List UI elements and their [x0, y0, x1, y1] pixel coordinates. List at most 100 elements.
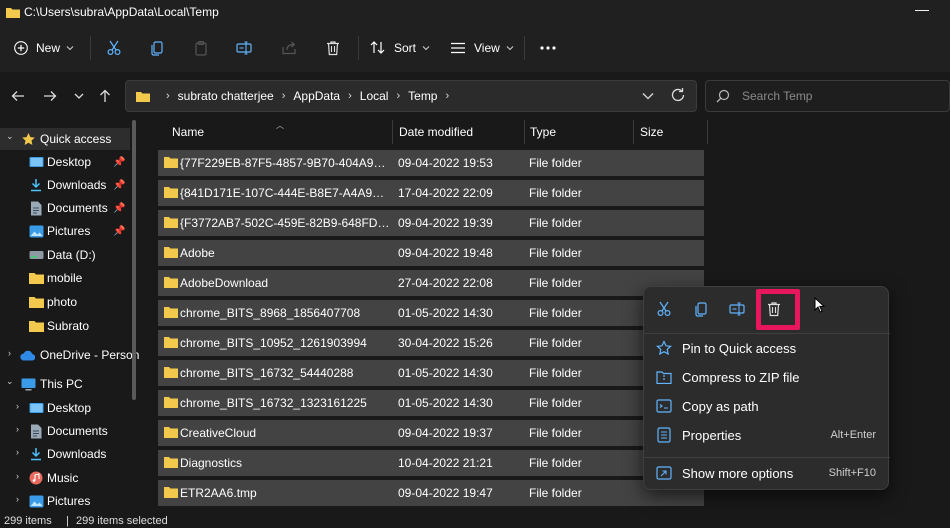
expand-chevron-icon[interactable]: ›	[16, 424, 19, 434]
sidebar-item-subrato[interactable]: Subrato	[0, 315, 130, 337]
menu-item-show-more-options[interactable]: Show more options Shift+F10	[644, 459, 890, 487]
sidebar-item-label: Desktop	[47, 401, 92, 415]
column-divider[interactable]	[524, 120, 525, 144]
sidebar-item-mobile[interactable]: mobile	[0, 267, 130, 289]
file-row[interactable]: chrome_BITS_16732_1323161225 01-05-2022 1…	[158, 390, 704, 416]
recent-locations-button[interactable]	[67, 84, 91, 108]
pin-icon: 📌	[113, 179, 126, 191]
file-row[interactable]: ETR2AA6.tmp 09-04-2022 19:47 File folder	[158, 480, 704, 506]
forward-button[interactable]	[38, 84, 62, 108]
desktop-icon	[28, 154, 44, 170]
sidebar-item-pc-desktop[interactable]: › Desktop	[0, 397, 130, 419]
delete-button[interactable]	[317, 32, 349, 64]
expand-chevron-icon[interactable]: ›	[16, 447, 19, 457]
file-row[interactable]: chrome_BITS_16732_54440288 01-05-2022 14:…	[158, 360, 704, 386]
status-divider: |	[66, 515, 69, 527]
folder-icon	[164, 157, 178, 168]
pin-star-icon	[656, 340, 672, 356]
expand-chevron-icon[interactable]: ›	[16, 401, 19, 411]
file-row[interactable]: {F3772AB7-502C-459E-82B9-648FD35E6... 09-…	[158, 210, 704, 236]
file-date: 17-04-2022 22:09	[398, 186, 493, 200]
column-header-type[interactable]: Type	[530, 120, 556, 144]
file-row[interactable]: AdobeDownload 27-04-2022 22:08 File folder	[158, 270, 704, 296]
menu-item-properties[interactable]: Properties Alt+Enter	[644, 421, 890, 449]
breadcrumb-appdata[interactable]: AppData	[293, 89, 340, 103]
view-button[interactable]: View	[450, 32, 514, 64]
file-row[interactable]: chrome_BITS_10952_1261903994 30-04-2022 1…	[158, 330, 704, 356]
sidebar-item-documents[interactable]: Documents 📌	[0, 197, 130, 219]
sidebar-item-data-drive[interactable]: Data (D:)	[0, 244, 130, 266]
minimize-button[interactable]: —	[914, 2, 930, 18]
sidebar-item-desktop[interactable]: Desktop 📌	[0, 151, 130, 173]
rename-button[interactable]	[228, 32, 260, 64]
sidebar-item-onedrive[interactable]: › OneDrive - Person	[0, 344, 139, 366]
highlight-box	[756, 289, 800, 330]
sidebar-item-label: Documents	[47, 201, 108, 215]
column-divider[interactable]	[633, 120, 634, 144]
back-button[interactable]	[6, 84, 30, 108]
context-menu: Pin to Quick access Compress to ZIP file…	[643, 286, 890, 490]
more-icon	[540, 46, 556, 50]
cut-button[interactable]	[98, 32, 130, 64]
address-history-button[interactable]	[642, 89, 654, 103]
context-copy-button[interactable]	[689, 297, 713, 321]
breadcrumb-local[interactable]: Local	[360, 89, 389, 103]
column-divider[interactable]	[707, 120, 708, 144]
sidebar-item-pc-documents[interactable]: › Documents	[0, 420, 130, 442]
file-row[interactable]: chrome_BITS_8968_1856407708 01-05-2022 14…	[158, 300, 704, 326]
address-bar[interactable]: › subrato chatterjee › AppData › Local ›…	[125, 80, 697, 112]
search-box[interactable]	[705, 80, 950, 112]
new-button[interactable]: New	[14, 32, 74, 64]
context-cut-button[interactable]	[652, 297, 676, 321]
column-header-size[interactable]: Size	[640, 120, 663, 144]
paste-button[interactable]	[185, 32, 217, 64]
sidebar-item-photo[interactable]: photo	[0, 291, 130, 313]
breadcrumb-user[interactable]: subrato chatterjee	[178, 89, 274, 103]
refresh-button[interactable]	[670, 87, 686, 106]
more-button[interactable]	[534, 32, 562, 64]
file-name: Adobe	[180, 246, 215, 260]
sort-button[interactable]: Sort	[370, 32, 430, 64]
search-input[interactable]	[742, 89, 932, 103]
column-header-date[interactable]: Date modified	[399, 120, 473, 144]
file-row[interactable]: {77F229EB-87F5-4857-9B70-404A987AD... 09-…	[158, 150, 704, 176]
file-row[interactable]: Diagnostics 10-04-2022 21:21 File folder	[158, 450, 704, 476]
sidebar-item-downloads[interactable]: Downloads 📌	[0, 174, 130, 196]
menu-item-compress-zip[interactable]: Compress to ZIP file	[644, 363, 890, 391]
menu-item-copy-path[interactable]: Copy as path	[644, 392, 890, 420]
context-rename-button[interactable]	[725, 297, 749, 321]
sidebar-item-this-pc[interactable]: ⌄ This PC	[0, 373, 130, 395]
new-label: New	[36, 41, 61, 55]
expand-chevron-icon[interactable]: ›	[8, 348, 11, 358]
file-row[interactable]: {841D171E-107C-444E-B8E7-A4A98E126... 17-…	[158, 180, 704, 206]
folder-icon	[164, 427, 178, 438]
sidebar-item-quick-access[interactable]: ⌄ Quick access	[0, 128, 130, 150]
menu-item-label: Compress to ZIP file	[682, 369, 800, 385]
column-divider[interactable]	[392, 120, 393, 144]
file-name: Diagnostics	[180, 456, 243, 470]
breadcrumb-temp[interactable]: Temp	[408, 89, 437, 103]
expand-chevron-icon[interactable]: ⌄	[6, 376, 14, 387]
chevron-down-icon	[74, 93, 84, 99]
sidebar-item-pc-pictures[interactable]: › Pictures	[0, 490, 130, 512]
expand-chevron-icon[interactable]: ›	[16, 471, 19, 481]
file-type: File folder	[529, 306, 582, 320]
title-bar: C:\Users\subra\AppData\Local\Temp —	[0, 0, 950, 24]
share-button[interactable]	[273, 32, 305, 64]
file-row[interactable]: Adobe 09-04-2022 19:48 File folder	[158, 240, 704, 266]
expand-chevron-icon[interactable]: ⌄	[6, 131, 14, 142]
menu-item-pin-quick-access[interactable]: Pin to Quick access	[644, 334, 890, 362]
sidebar-item-pc-downloads[interactable]: › Downloads	[0, 443, 130, 465]
copy-button[interactable]	[141, 32, 173, 64]
pictures-icon	[28, 223, 44, 239]
sidebar-scrollbar[interactable]	[132, 120, 136, 400]
column-header-name[interactable]: Name	[172, 120, 204, 144]
up-button[interactable]	[93, 84, 117, 108]
sidebar-item-music[interactable]: › Music	[0, 467, 130, 489]
folder-icon	[164, 277, 178, 288]
file-row[interactable]: CreativeCloud 09-04-2022 19:37 File folder	[158, 420, 704, 446]
expand-chevron-icon[interactable]: ›	[16, 494, 19, 504]
file-name: chrome_BITS_8968_1856407708	[180, 306, 361, 320]
file-type: File folder	[529, 426, 582, 440]
sidebar-item-pictures[interactable]: Pictures 📌	[0, 220, 130, 242]
